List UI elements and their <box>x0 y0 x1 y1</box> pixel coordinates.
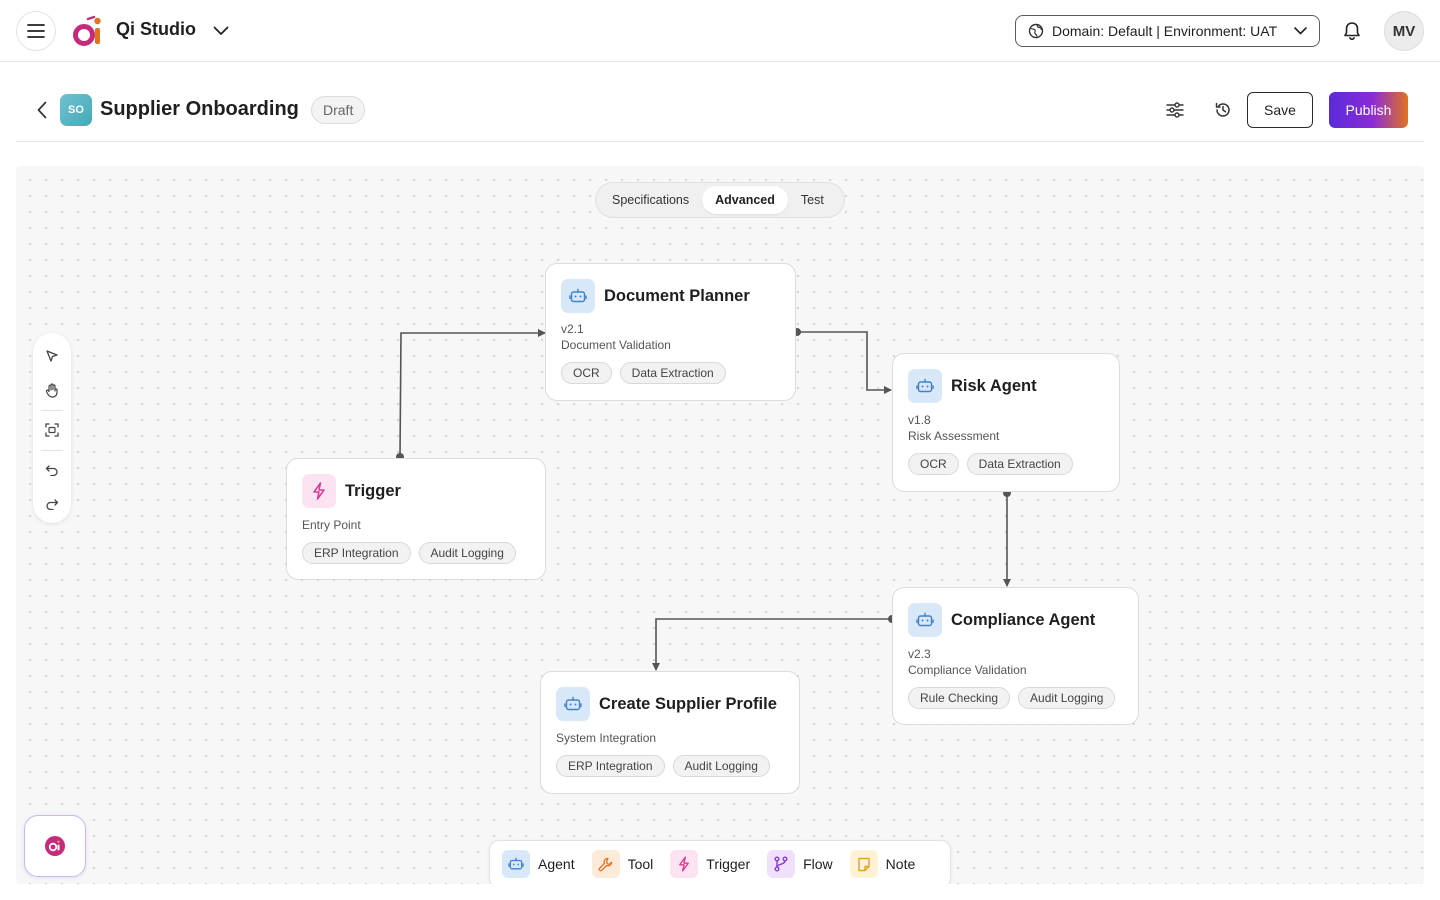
node-palette: Agent Tool Trigger Flow Note <box>489 840 951 884</box>
node-subtitle: Document Validation <box>561 338 671 352</box>
node-subtitle: Entry Point <box>302 518 361 532</box>
palette-item-label: Agent <box>538 856 575 872</box>
node-version: v1.8 <box>908 413 931 427</box>
history-icon[interactable] <box>1213 100 1233 120</box>
user-avatar[interactable]: MV <box>1384 11 1424 51</box>
node-compliance-agent[interactable]: Compliance Agent v2.3 Compliance Validat… <box>892 587 1139 725</box>
node-trigger[interactable]: Trigger Entry Point ERP Integration Audi… <box>286 458 546 580</box>
node-title: Create Supplier Profile <box>599 694 777 713</box>
robot-icon <box>561 279 595 313</box>
undo-icon[interactable] <box>37 455 67 485</box>
robot-icon <box>908 369 942 403</box>
robot-icon <box>908 603 942 637</box>
robot-icon <box>556 687 590 721</box>
node-version: v2.1 <box>561 322 584 336</box>
capability-chip: Rule Checking <box>908 687 1011 709</box>
settings-sliders-icon[interactable] <box>1165 100 1185 120</box>
node-capabilities: OCR Data Extraction <box>908 453 1073 475</box>
capability-chip: Data Extraction <box>619 362 726 384</box>
node-header: Create Supplier Profile <box>556 687 777 721</box>
edge-compliance-agent-to-create-supplier-profile[interactable] <box>652 618 892 671</box>
workflow-avatar: SO <box>60 94 92 126</box>
canvas-toolbar <box>33 333 71 523</box>
qi-logo <box>72 15 104 47</box>
publish-button[interactable]: Publish <box>1329 92 1408 128</box>
palette-item-note[interactable]: Note <box>849 850 916 878</box>
palette-item-label: Flow <box>803 856 833 872</box>
tab-specifications[interactable]: Specifications <box>599 186 702 214</box>
view-tabs: Specifications Advanced Test <box>595 182 845 218</box>
node-capabilities: OCR Data Extraction <box>561 362 726 384</box>
workflow-canvas[interactable]: Specifications Advanced Test Document Pl… <box>16 166 1424 884</box>
node-subtitle: Risk Assessment <box>908 429 1000 443</box>
node-capabilities: Rule Checking Audit Logging <box>908 687 1116 709</box>
palette-item-label: Tool <box>627 856 654 872</box>
node-title: Document Planner <box>604 286 750 305</box>
capability-chip: ERP Integration <box>302 542 411 564</box>
app-name[interactable]: Qi Studio <box>116 19 196 40</box>
qi-assistant-icon <box>45 836 65 856</box>
fit-view-icon[interactable] <box>37 415 67 445</box>
palette-item-flow[interactable]: Flow <box>767 850 833 878</box>
edge-document-planner-to-risk-agent[interactable] <box>797 331 892 394</box>
top-bar: Qi Studio Domain: Default | Environment:… <box>0 0 1440 62</box>
node-capabilities: ERP Integration Audit Logging <box>556 755 770 777</box>
node-title: Compliance Agent <box>951 610 1096 629</box>
node-title: Risk Agent <box>951 376 1037 395</box>
edge-trigger-to-document-planner[interactable] <box>399 329 546 458</box>
node-create-supplier-profile[interactable]: Create Supplier Profile System Integrati… <box>540 671 800 794</box>
capability-chip: Data Extraction <box>966 453 1073 475</box>
status-badge: Draft <box>311 96 366 124</box>
tab-test[interactable]: Test <box>788 186 837 214</box>
redo-icon[interactable] <box>37 489 67 519</box>
palette-item-agent[interactable]: Agent <box>502 850 575 878</box>
notifications-bell-icon[interactable] <box>1340 19 1364 43</box>
node-subtitle: Compliance Validation <box>908 663 1027 677</box>
tab-advanced[interactable]: Advanced <box>702 186 788 214</box>
select-pointer-icon[interactable] <box>37 341 67 371</box>
capability-chip: ERP Integration <box>556 755 665 777</box>
node-header: Compliance Agent <box>908 603 1095 637</box>
lightning-icon <box>302 474 336 508</box>
capability-chip: OCR <box>908 453 959 475</box>
robot-icon <box>502 850 530 878</box>
palette-item-label: Note <box>885 856 916 872</box>
wrench-icon <box>591 850 620 878</box>
node-header: Document Planner <box>561 279 750 313</box>
palette-item-tool[interactable]: Tool <box>591 850 654 878</box>
toolbar-divider <box>41 450 63 451</box>
hamburger-menu-button[interactable] <box>16 11 56 51</box>
capability-chip: Audit Logging <box>672 755 770 777</box>
node-capabilities: ERP Integration Audit Logging <box>302 542 516 564</box>
branch-icon <box>767 850 796 878</box>
node-version: v2.3 <box>908 647 931 661</box>
capability-chip: Audit Logging <box>418 542 516 564</box>
capability-chip: Audit Logging <box>1018 687 1116 709</box>
lightning-icon <box>670 850 699 878</box>
environment-select[interactable]: Domain: Default | Environment: UAT <box>1015 15 1320 47</box>
palette-item-label: Trigger <box>706 856 751 872</box>
save-button[interactable]: Save <box>1247 92 1313 128</box>
app-switcher-chevron-icon[interactable] <box>210 20 232 42</box>
palette-item-trigger[interactable]: Trigger <box>670 850 750 878</box>
note-icon <box>849 850 878 878</box>
node-document-planner[interactable]: Document Planner v2.1 Document Validatio… <box>545 263 796 401</box>
workflow-title: Supplier Onboarding <box>100 98 299 120</box>
node-subtitle: System Integration <box>556 731 657 745</box>
node-risk-agent[interactable]: Risk Agent v1.8 Risk Assessment OCR Data… <box>892 353 1120 492</box>
toolbar-divider <box>41 410 63 411</box>
hamburger-icon <box>27 24 45 38</box>
node-header: Risk Agent <box>908 369 1037 403</box>
chevron-left-icon <box>37 101 47 119</box>
node-title: Trigger <box>345 481 401 500</box>
chevron-down-icon <box>1294 27 1307 35</box>
globe-icon <box>1028 23 1044 39</box>
pan-hand-icon[interactable] <box>37 375 67 405</box>
qi-assistant-button[interactable] <box>24 815 86 877</box>
node-header: Trigger <box>302 474 401 508</box>
environment-select-label: Domain: Default | Environment: UAT <box>1052 23 1278 39</box>
back-button[interactable] <box>32 98 52 122</box>
capability-chip: OCR <box>561 362 612 384</box>
workflow-header: SO Supplier Onboarding Draft Save Publis… <box>16 62 1424 142</box>
